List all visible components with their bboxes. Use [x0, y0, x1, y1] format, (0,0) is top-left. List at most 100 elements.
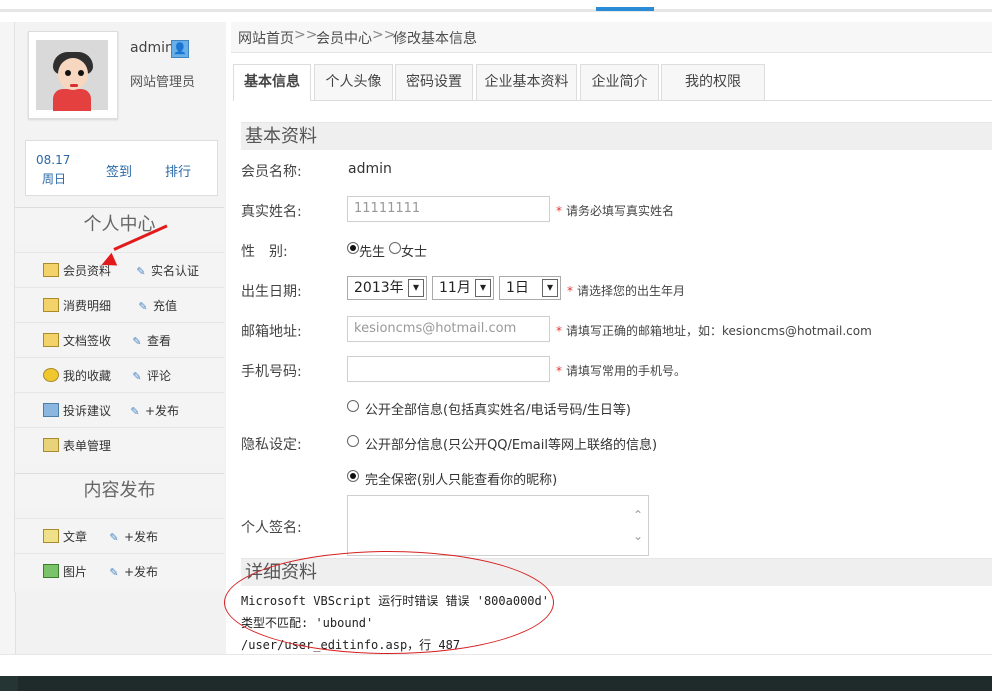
form-management-link[interactable]: 表单管理 — [43, 437, 111, 454]
privacy-private-radio[interactable] — [347, 470, 359, 482]
birth-year-select[interactable]: 2013年 ▾ — [347, 276, 427, 300]
real-name-hint: * 请务必填写真实姓名 — [556, 202, 674, 219]
privacy-label: 隐私设定: — [241, 437, 302, 453]
menu-label: 文档签收 — [63, 334, 112, 348]
user-avatar-card[interactable] — [28, 31, 118, 119]
view-link[interactable]: ✎ 查看 — [131, 332, 171, 349]
menu-label: 文章 — [63, 530, 88, 544]
page-bottom-border — [0, 654, 992, 655]
breadcrumb-home[interactable]: 网站首页 — [238, 28, 294, 48]
email-hint-text: 请填写正确的邮箱地址，如：kesioncms@hotmail.com — [566, 324, 872, 338]
user-profile-icon: 👤 — [171, 40, 189, 58]
avatar — [36, 40, 108, 111]
chevron-down-icon: ▾ — [542, 279, 558, 297]
privacy-public-all-label: 公开全部信息(包括真实姓名/电话号码/生日等) — [365, 403, 631, 418]
pencil-icon: ✎ — [109, 566, 119, 579]
menu-item-favorites[interactable]: 我的收藏 ✎ 评论 — [15, 357, 224, 393]
tab-avatar[interactable]: 个人头像 — [314, 64, 393, 100]
gender-male-label: 先生 — [359, 245, 386, 260]
windows-taskbar — [0, 676, 992, 691]
menu-item-consumption-details[interactable]: 消费明细 ✎ 充值 — [15, 287, 224, 323]
article-link[interactable]: 文章 — [43, 528, 87, 545]
complaints-link[interactable]: 投诉建议 — [43, 402, 111, 419]
email-input[interactable]: kesioncms@hotmail.com — [347, 316, 550, 342]
menu-right-label: +发布 — [124, 530, 159, 544]
document-receipt-link[interactable]: 文档签收 — [43, 332, 111, 349]
menu-item-complaints[interactable]: 投诉建议 ✎ +发布 — [15, 392, 224, 428]
menu-right-label: 实名认证 — [151, 264, 200, 278]
scroll-down-icon[interactable]: ⌄ — [633, 530, 643, 542]
image-icon — [43, 564, 59, 578]
tab-my-permissions[interactable]: 我的权限 — [661, 64, 765, 100]
menu-item-member-profile[interactable]: 会员资料 ✎ 实名认证 — [15, 252, 224, 288]
privacy-public-all-radio[interactable] — [347, 400, 359, 412]
mobile-label: 手机号码: — [241, 364, 302, 380]
menu-item-image[interactable]: 图片 ✎ +发布 — [15, 553, 224, 589]
mobile-hint-text: 请填写常用的手机号。 — [566, 364, 687, 378]
menu-item-article[interactable]: 文章 ✎ +发布 — [15, 518, 224, 554]
pencil-icon: ✎ — [138, 300, 148, 313]
rank-link[interactable]: 排行 — [165, 161, 191, 180]
breadcrumb: 网站首页 >> 会员中心 >> 修改基本信息 — [231, 22, 992, 53]
birth-year-value: 2013年 — [354, 280, 404, 296]
publish-complaint-link[interactable]: ✎ +发布 — [129, 402, 179, 419]
email-hint: * 请填写正确的邮箱地址，如：kesioncms@hotmail.com — [556, 322, 872, 339]
required-star: * — [567, 284, 573, 298]
breadcrumb-separator: >> — [294, 27, 318, 43]
article-icon — [43, 529, 59, 543]
menu-label: 表单管理 — [63, 439, 112, 453]
required-star: * — [556, 324, 562, 338]
gender-male-radio[interactable] — [347, 242, 359, 254]
menu-right-label: 评论 — [147, 369, 172, 383]
profile-tabs: 基本信息 个人头像 密码设置 企业基本资料 企业简介 我的权限 — [233, 64, 992, 101]
pencil-icon: ✎ — [132, 370, 142, 383]
comments-link[interactable]: ✎ 评论 — [131, 367, 171, 384]
scroll-up-icon[interactable]: ⌃ — [633, 509, 643, 521]
sign-in-link[interactable]: 签到 — [106, 161, 132, 180]
avatar-mouth — [70, 84, 78, 87]
breadcrumb-separator: >> — [372, 27, 396, 43]
menu-label: 投诉建议 — [63, 404, 112, 418]
tab-basic-info[interactable]: 基本信息 — [233, 64, 311, 101]
user-role-text: 网站管理员 — [130, 75, 196, 90]
star-icon — [43, 368, 59, 382]
real-name-hint-text: 请务必填写真实姓名 — [566, 204, 675, 218]
date-sign-panel: 08.17 周日 签到 排行 — [25, 140, 218, 196]
member-name-value: admin — [348, 161, 392, 177]
birth-day-select[interactable]: 1日 ▾ — [499, 276, 561, 300]
menu-item-form-management[interactable]: 表单管理 — [15, 427, 224, 463]
consumption-details-link[interactable]: 消费明细 — [43, 297, 111, 314]
birth-month-select[interactable]: 11月 ▾ — [432, 276, 494, 300]
menu-item-document-receipt[interactable]: 文档签收 ✎ 查看 — [15, 322, 224, 358]
real-name-auth-link[interactable]: ✎ 实名认证 — [135, 262, 199, 279]
gender-label: 性 别: — [241, 244, 288, 260]
gender-female-radio[interactable] — [389, 242, 401, 254]
birthday-hint-text: 请选择您的出生年月 — [577, 284, 686, 298]
menu-right-label: 充值 — [153, 299, 178, 313]
birthday-label: 出生日期: — [241, 284, 302, 300]
mobile-hint: * 请填写常用的手机号。 — [556, 362, 686, 379]
pencil-icon: ✎ — [136, 265, 146, 278]
publish-article-link[interactable]: ✎ +发布 — [108, 528, 158, 545]
favorites-link[interactable]: 我的收藏 — [43, 367, 111, 384]
recharge-link[interactable]: ✎ 充值 — [137, 297, 177, 314]
real-name-input[interactable]: 11111111 — [347, 196, 550, 222]
tab-company-profile[interactable]: 企业简介 — [580, 64, 659, 100]
basic-info-section-title: 基本资料 — [241, 122, 992, 150]
menu-label: 我的收藏 — [63, 369, 112, 383]
breadcrumb-member-center[interactable]: 会员中心 — [316, 28, 372, 48]
tab-password-settings[interactable]: 密码设置 — [395, 64, 473, 100]
menu-label: 消费明细 — [63, 299, 112, 313]
avatar-shirt — [53, 89, 91, 111]
birthday-hint: * 请选择您的出生年月 — [567, 282, 685, 299]
money-bag-icon — [43, 298, 59, 312]
privacy-public-partial-radio[interactable] — [347, 435, 359, 447]
taskbar-start-area[interactable] — [0, 676, 18, 691]
pencil-icon: ✎ — [109, 531, 119, 544]
image-link[interactable]: 图片 — [43, 563, 87, 580]
signature-textarea[interactable]: ⌃ ⌄ — [347, 495, 649, 556]
publish-image-link[interactable]: ✎ +发布 — [108, 563, 158, 580]
breadcrumb-current-page: 修改基本信息 — [393, 31, 477, 47]
tab-company-basic-info[interactable]: 企业基本资料 — [476, 64, 577, 100]
mobile-input[interactable] — [347, 356, 550, 382]
